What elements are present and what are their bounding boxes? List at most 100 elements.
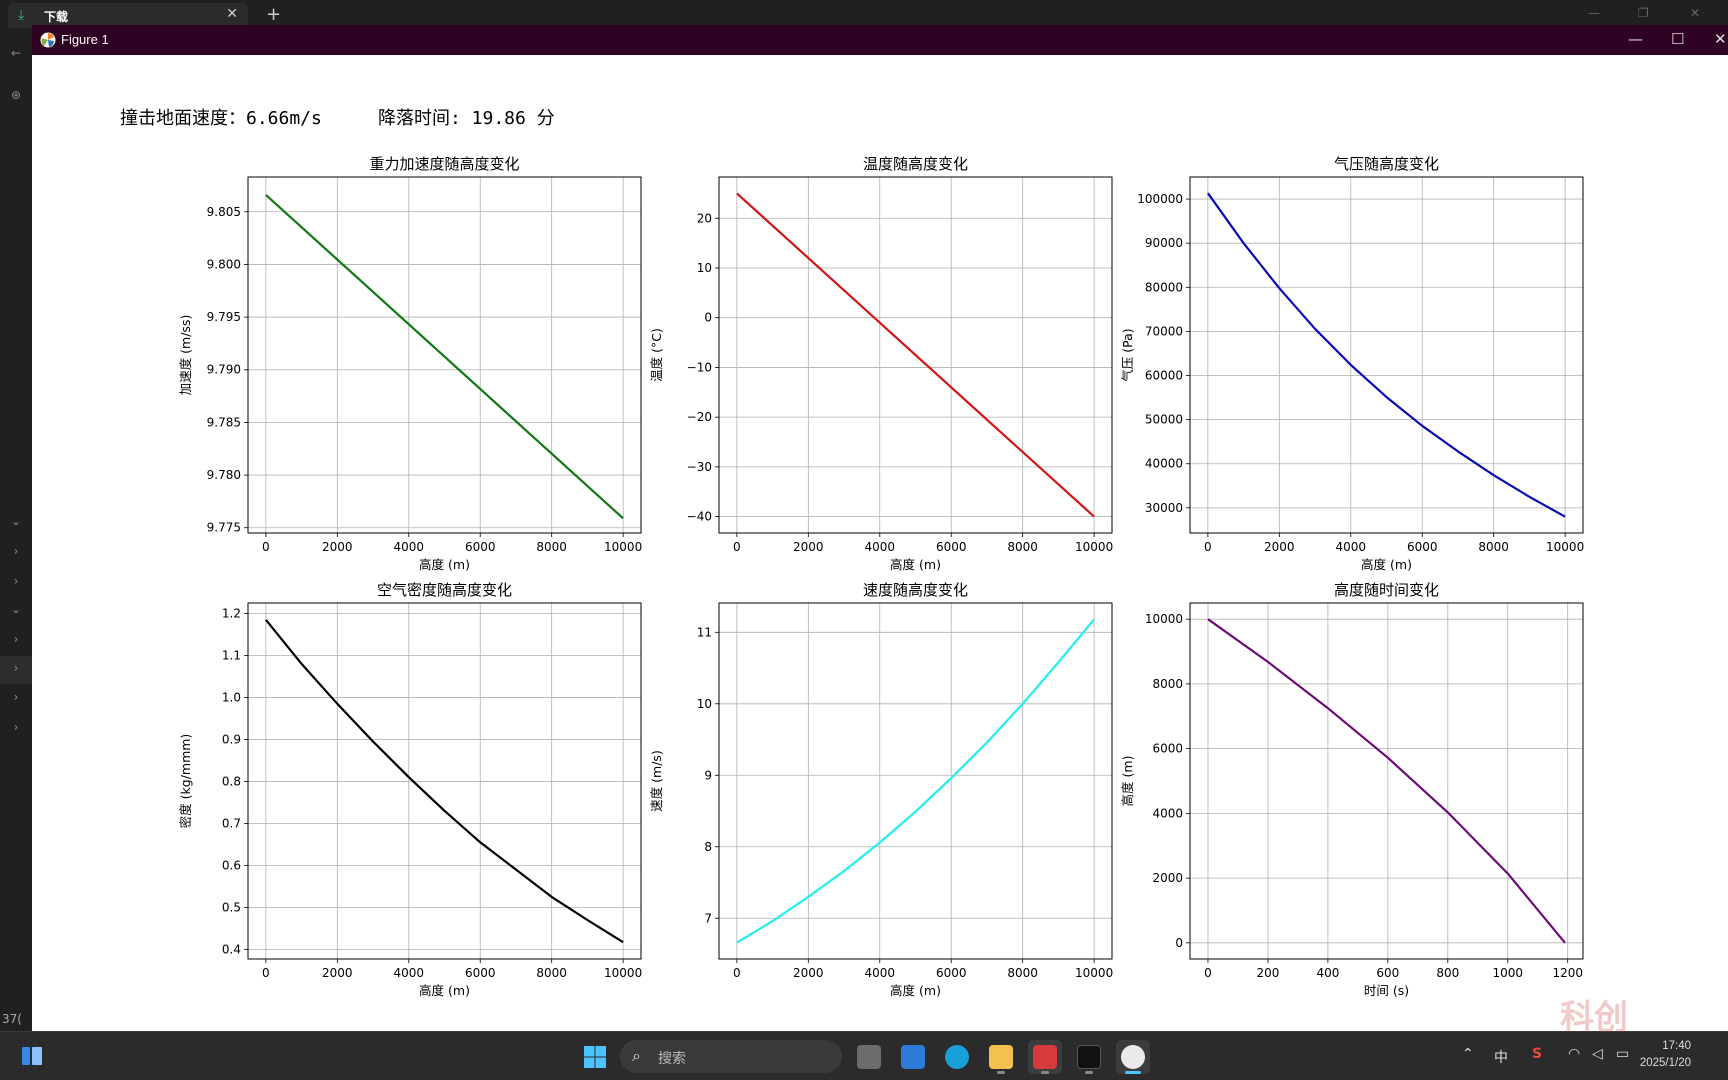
y-tick-label: 10000 — [1145, 612, 1183, 626]
y-tick-label: 6000 — [1152, 742, 1183, 756]
y-tick-label: 2000 — [1152, 871, 1183, 885]
y-tick-label: 20 — [697, 211, 712, 225]
y-tick-label: 0.7 — [222, 816, 241, 830]
qq-penguin-icon — [1033, 1045, 1057, 1069]
chart-title: 速度随高度变化 — [863, 581, 968, 599]
ime-indicator[interactable]: 中 — [1494, 1047, 1508, 1067]
x-tick-label: 2000 — [793, 540, 824, 554]
y-tick-label: 9.790 — [207, 363, 241, 377]
search-placeholder: 搜索 — [658, 1051, 686, 1067]
y-tick-label: 90000 — [1145, 236, 1183, 250]
y-tick-label: 10 — [697, 261, 712, 275]
x-tick-label: 8000 — [536, 966, 567, 980]
x-tick-label: 4000 — [393, 966, 424, 980]
widgets-icon[interactable] — [20, 1044, 44, 1068]
y-axis-label: 加速度 (m/ss) — [178, 315, 193, 396]
x-tick-label: 1200 — [1552, 966, 1583, 980]
x-tick-label: 2000 — [1264, 540, 1295, 554]
taskbar-search-box[interactable]: ⌕ 搜索 — [620, 1040, 842, 1073]
x-tick-label: 4000 — [864, 966, 895, 980]
edge-browser-app[interactable] — [940, 1040, 974, 1074]
x-tick-label: 10000 — [1075, 540, 1113, 554]
series-line — [1207, 192, 1566, 518]
matplotlib-app-icon — [1121, 1045, 1145, 1069]
x-tick-label: 600 — [1376, 966, 1399, 980]
x-tick-label: 1000 — [1492, 966, 1523, 980]
sogou-ime-icon[interactable]: S — [1532, 1046, 1542, 1062]
x-tick-label: 8000 — [1007, 540, 1038, 554]
y-tick-label: 60000 — [1145, 369, 1183, 383]
y-tick-label: 0.4 — [222, 942, 241, 956]
photos-icon — [901, 1045, 925, 1069]
x-tick-label: 10000 — [1546, 540, 1584, 554]
python-figure-app[interactable] — [1116, 1040, 1150, 1074]
x-tick-label: 2000 — [793, 966, 824, 980]
windows-start-icon[interactable] — [583, 1045, 607, 1069]
y-tick-label: 0.9 — [222, 732, 241, 746]
y-axis-label: 气压 (Pa) — [1120, 328, 1135, 381]
x-tick-label: 6000 — [936, 540, 967, 554]
x-tick-label: 10000 — [604, 540, 642, 554]
x-axis-label: 高度 (m) — [890, 557, 941, 572]
photos-app[interactable] — [896, 1040, 930, 1074]
x-tick-label: 0 — [262, 966, 270, 980]
y-tick-label: 70000 — [1145, 324, 1183, 338]
y-tick-label: 10 — [697, 697, 712, 711]
y-tick-label: 8000 — [1152, 677, 1183, 691]
x-tick-label: 0 — [1204, 966, 1212, 980]
figure-canvas: 0 2000 4000 6000 8000 100009.7759.7809.7859.7… — [178, 155, 1584, 998]
search-icon: ⌕ — [632, 1046, 641, 1065]
file-explorer-app[interactable] — [984, 1040, 1018, 1074]
x-tick-label: 10000 — [604, 966, 642, 980]
x-tick-label: 0 — [733, 966, 741, 980]
y-tick-label: 0 — [1175, 936, 1183, 950]
y-tick-label: 9.775 — [207, 521, 241, 535]
y-tick-label: 9 — [704, 768, 712, 782]
y-tick-label: 7 — [704, 911, 712, 925]
watermark-logo: 科创 — [1560, 998, 1628, 1038]
x-axis-label: 时间 (s) — [1364, 983, 1409, 998]
y-axis-label: 高度 (m) — [1120, 756, 1135, 807]
series-line — [265, 194, 624, 520]
x-tick-label: 4000 — [393, 540, 424, 554]
y-tick-label: 1.2 — [222, 606, 241, 620]
x-tick-label: 6000 — [465, 966, 496, 980]
y-axis-label: 温度 (°C) — [649, 328, 664, 382]
x-tick-label: 6000 — [936, 966, 967, 980]
chart-title: 重力加速度随高度变化 — [369, 155, 519, 173]
y-tick-label: 1.0 — [222, 690, 241, 704]
x-tick-label: 4000 — [1335, 540, 1366, 554]
y-tick-label: 11 — [697, 625, 712, 639]
y-tick-label: 8 — [704, 840, 712, 854]
series-line — [736, 192, 1095, 518]
x-tick-label: 10000 — [1075, 966, 1113, 980]
x-tick-label: 6000 — [1407, 540, 1438, 554]
x-tick-label: 0 — [1204, 540, 1212, 554]
y-tick-label: 40000 — [1145, 457, 1183, 471]
task-view-app[interactable] — [852, 1040, 886, 1074]
x-tick-label: 400 — [1316, 966, 1339, 980]
series-line — [265, 619, 624, 944]
x-tick-label: 8000 — [536, 540, 567, 554]
terminal-icon — [1077, 1045, 1101, 1069]
y-tick-label: 4000 — [1152, 806, 1183, 820]
x-tick-label: 2000 — [322, 966, 353, 980]
y-tick-label: 9.800 — [207, 257, 241, 271]
series-line — [736, 618, 1095, 944]
y-tick-label: 9.785 — [207, 415, 241, 429]
chart-title: 高度随时间变化 — [1334, 581, 1439, 599]
folder-icon — [989, 1045, 1013, 1069]
y-tick-label: 9.795 — [207, 310, 241, 324]
y-tick-label: 30000 — [1145, 501, 1183, 515]
qq-app[interactable] — [1028, 1040, 1062, 1074]
y-tick-label: 9.780 — [207, 468, 241, 482]
y-tick-label: −30 — [687, 460, 712, 474]
x-tick-label: 2000 — [322, 540, 353, 554]
y-axis-label: 密度 (kg/mmm) — [178, 734, 193, 829]
tray-overflow-chevron-icon[interactable]: ⌃ — [1462, 1046, 1474, 1062]
terminal-app[interactable] — [1072, 1040, 1106, 1074]
x-axis-label: 高度 (m) — [1361, 557, 1412, 572]
edge-icon — [945, 1045, 969, 1069]
y-tick-label: 0 — [704, 311, 712, 325]
x-tick-label: 8000 — [1478, 540, 1509, 554]
